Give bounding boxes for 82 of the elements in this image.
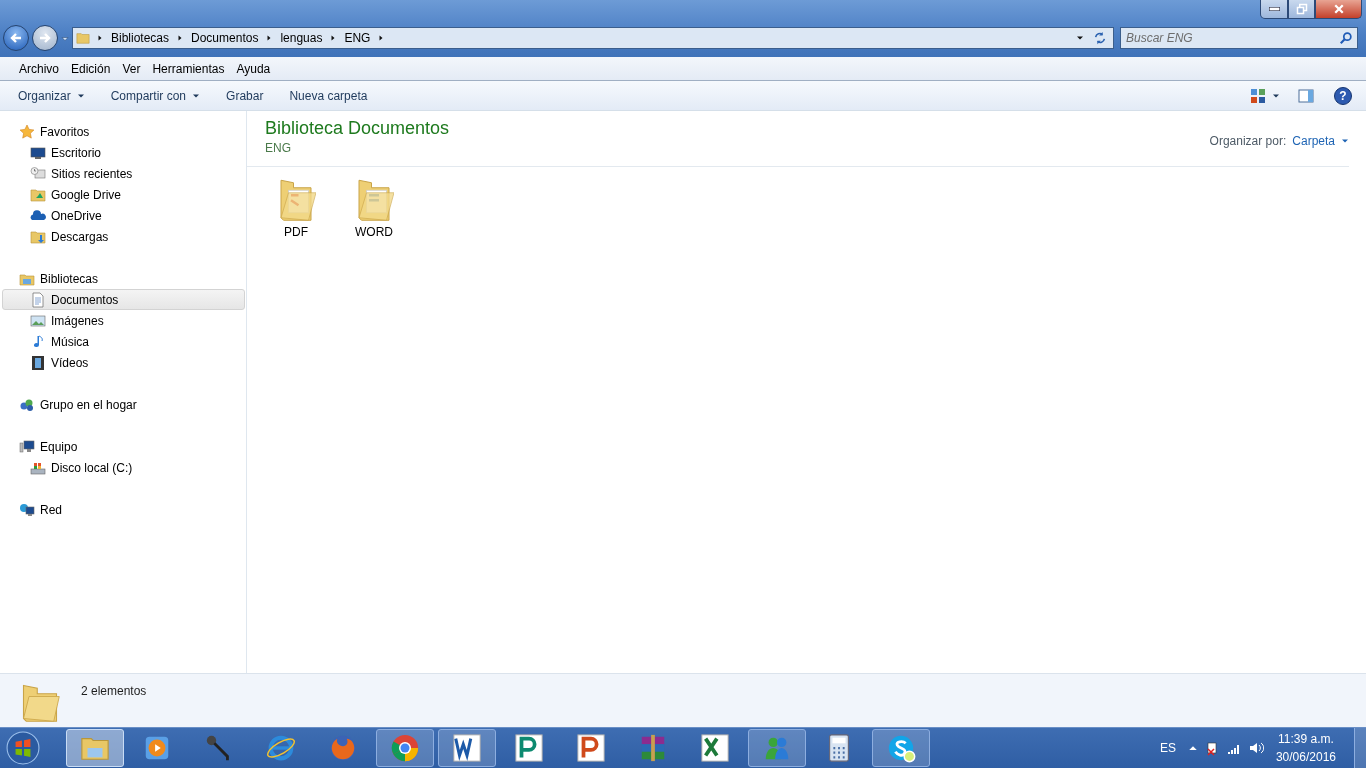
sidebar-item[interactable]: Imágenes <box>2 310 245 331</box>
start-button[interactable] <box>6 731 40 765</box>
x-sheet-icon <box>700 733 730 763</box>
folder-item[interactable]: WORD <box>339 175 409 241</box>
toolbar-button[interactable]: Grabar <box>216 86 274 105</box>
star-icon <box>19 123 35 140</box>
taskbar-app[interactable] <box>438 729 496 767</box>
folder-item[interactable]: PDF <box>261 175 331 241</box>
search-icon <box>1339 31 1353 45</box>
menu-item[interactable]: Edición <box>65 59 117 78</box>
p-document-icon <box>514 733 544 763</box>
speaker-icon[interactable] <box>1247 740 1264 756</box>
caret-icon <box>61 34 69 43</box>
toolbar-button[interactable]: Organizar <box>8 86 95 105</box>
picture-icon <box>30 312 46 329</box>
sidebar-item[interactable]: Bibliotecas <box>2 268 245 289</box>
clock-monitor-icon <box>30 165 46 182</box>
sidebar-item[interactable]: Vídeos <box>2 352 245 373</box>
sidebar-item[interactable]: Equipo <box>2 436 245 457</box>
search-field[interactable]: Buscar ENG <box>1120 27 1358 49</box>
sidebar-item[interactable]: Sitios recientes <box>2 163 245 184</box>
browser-e-icon <box>266 733 296 763</box>
sidebar-item[interactable]: Grupo en el hogar <box>2 394 245 415</box>
w-document-icon <box>452 733 482 763</box>
network-globe-icon <box>19 501 35 518</box>
chevron-right-icon <box>96 34 104 42</box>
breadcrumb-item[interactable]: ENG <box>340 29 375 47</box>
arrange-label: Organizar por: <box>1209 133 1287 150</box>
sidebar-item[interactable]: Red <box>2 499 245 520</box>
chrome-circle-icon <box>390 733 420 763</box>
sidebar-item[interactable]: Favoritos <box>2 121 245 142</box>
monitor-icon <box>30 144 46 161</box>
caret-icon <box>1341 137 1349 145</box>
minimize-icon <box>1268 7 1280 11</box>
p-slide-icon <box>576 733 606 763</box>
taskbar-app[interactable] <box>872 729 930 767</box>
arrange-dropdown[interactable]: Carpeta <box>1292 132 1349 150</box>
breadcrumb-item[interactable]: lenguas <box>276 29 327 47</box>
sidebar-item[interactable]: Descargas <box>2 226 245 247</box>
computer-icon <box>19 438 35 455</box>
minimize-button[interactable] <box>1260 0 1288 19</box>
folder-icon <box>30 228 46 245</box>
restore-button[interactable] <box>1288 0 1315 19</box>
pane-icon <box>1298 87 1314 104</box>
sidebar-item[interactable]: OneDrive <box>2 205 245 226</box>
close-icon <box>1332 3 1345 15</box>
refresh-arrows-icon <box>1093 31 1107 45</box>
library-title: Biblioteca Documentos <box>265 119 451 139</box>
close-button[interactable] <box>1315 0 1362 19</box>
windows-orb-icon <box>6 731 40 765</box>
view-grid-icon <box>1250 87 1266 104</box>
folder-icon <box>30 186 46 203</box>
clock-date[interactable]: 30/06/2016 <box>1275 748 1336 766</box>
menu-item[interactable]: Herramientas <box>146 59 231 78</box>
sidebar-item[interactable]: Disco local (C:) <box>2 457 245 478</box>
toolbar-button[interactable]: Nueva carpeta <box>279 86 378 105</box>
address-bar[interactable]: Bibliotecas Documentos lenguas ENG <box>72 27 1114 49</box>
menu-item[interactable]: Archivo <box>13 59 65 78</box>
caret-icon <box>1076 34 1084 42</box>
sidebar-item[interactable]: Escritorio <box>2 142 245 163</box>
sidebar-item[interactable]: Música <box>2 331 245 352</box>
menu-item[interactable]: Ayuda <box>230 59 277 78</box>
taskbar-app[interactable] <box>376 729 434 767</box>
sidebar-item[interactable]: Documentos <box>2 289 245 310</box>
document-icon <box>30 291 46 308</box>
s-cloud-icon <box>886 733 916 763</box>
clock-time[interactable]: 11:39 a.m. <box>1278 730 1334 748</box>
item-count: 2 elementos <box>81 683 147 700</box>
folder-icon <box>76 31 90 45</box>
menu-item[interactable]: Ver <box>116 59 147 78</box>
fox-globe-icon <box>328 733 358 763</box>
breadcrumb-item[interactable]: Bibliotecas <box>107 29 174 47</box>
forward-button[interactable] <box>32 25 58 51</box>
toolbar-button[interactable]: Compartir con <box>100 86 211 105</box>
breadcrumb-item[interactable]: Documentos <box>187 29 263 47</box>
library-subtitle: ENG <box>265 139 292 157</box>
help-button[interactable]: ? <box>1334 86 1352 105</box>
back-button[interactable] <box>3 25 29 51</box>
film-icon <box>30 354 46 371</box>
language-indicator[interactable]: ES <box>1159 739 1176 757</box>
sidebar-item[interactable]: Google Drive <box>2 184 245 205</box>
restore-icon <box>1295 3 1308 15</box>
